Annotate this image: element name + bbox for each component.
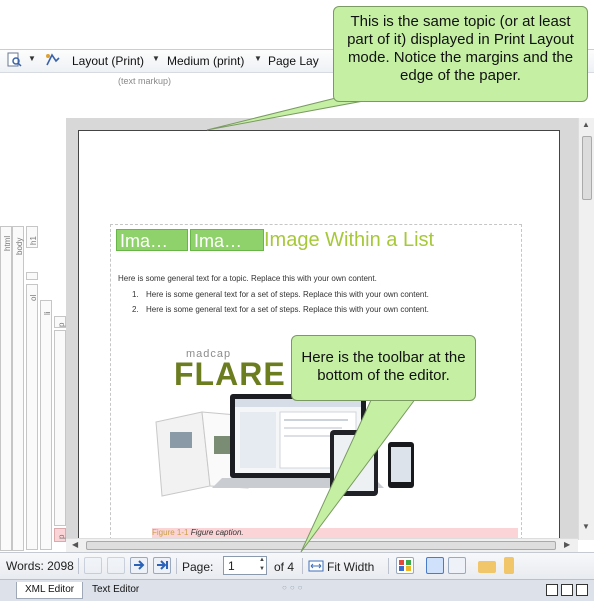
structure-bar-p-caption[interactable]: p — [54, 528, 66, 542]
scroll-right-icon[interactable]: ▶ — [564, 540, 570, 549]
variable-chip[interactable]: Ima… — [190, 229, 264, 251]
callout-top: This is the same topic (or at least part… — [333, 6, 588, 102]
side-bars-icon[interactable] — [448, 557, 466, 574]
list-item-text: Here is some general text for a set of s… — [146, 305, 429, 314]
structure-label: h1 — [29, 236, 38, 245]
structure-bar-p[interactable]: p — [54, 316, 66, 328]
first-page-icon[interactable] — [84, 557, 102, 574]
list-item[interactable]: 1. Here is some general text for a set of… — [132, 290, 429, 299]
page-total: of 4 — [274, 560, 295, 574]
callout-bottom: Here is the toolbar at the bottom of the… — [291, 335, 476, 401]
color-palette-icon[interactable] — [396, 557, 414, 574]
structure-bars-icon[interactable] — [426, 557, 444, 574]
scroll-left-icon[interactable]: ◀ — [72, 540, 78, 549]
next-page-icon[interactable] — [130, 557, 148, 574]
structure-label: body — [15, 237, 24, 255]
editor-bottom-toolbar: Words: 2098 Page: 1 ▲ ▼ of 4 Fit Width — [0, 552, 594, 579]
page-icon[interactable] — [6, 52, 22, 71]
structure-label: li — [43, 311, 52, 315]
layout-dropdown[interactable]: Layout (Print) — [72, 54, 144, 68]
separator — [388, 558, 389, 574]
stepper-up-icon[interactable]: ▲ — [259, 557, 265, 563]
structure-label: p — [57, 322, 66, 327]
intro-paragraph[interactable]: Here is some general text for a topic. R… — [118, 274, 377, 283]
tab-text-editor[interactable]: Text Editor — [84, 582, 147, 599]
page-label: Page: — [182, 560, 214, 574]
chevron-down-icon[interactable]: ▼ — [254, 54, 262, 63]
window-layout-icon[interactable] — [546, 584, 558, 596]
structure-bar-li[interactable]: li — [40, 300, 52, 550]
medium-dropdown[interactable]: Medium (print) — [167, 54, 244, 68]
structure-bar-h1[interactable]: h1 — [26, 226, 38, 248]
scroll-thumb[interactable] — [86, 541, 556, 550]
chevron-down-icon[interactable]: ▼ — [28, 54, 36, 63]
layout-icon[interactable] — [44, 52, 62, 71]
list-item-text: Here is some general text for a set of s… — [146, 290, 429, 299]
topic-heading[interactable]: Image Within a List — [264, 229, 434, 252]
text-markup-label: (text markup) — [118, 76, 172, 86]
tab-xml-editor[interactable]: XML Editor — [16, 582, 84, 599]
variable-chip[interactable]: Ima… — [116, 229, 188, 251]
previous-page-icon[interactable] — [107, 557, 125, 574]
vertical-ruler-icon[interactable] — [504, 557, 514, 574]
separator — [302, 558, 303, 574]
page-stepper[interactable]: 1 ▲ ▼ — [223, 556, 267, 575]
chevron-down-icon[interactable]: ▼ — [152, 54, 160, 63]
separator — [78, 558, 79, 574]
editor-tab-bar: XML Editor Text Editor ○○○ — [0, 579, 594, 601]
structure-bar-html[interactable]: html — [0, 226, 12, 551]
vertical-scrollbar[interactable]: ▲ ▼ — [578, 118, 594, 540]
splitter-grip[interactable]: ○○○ — [282, 583, 306, 592]
list-number: 2. — [132, 305, 139, 314]
figure-label: Figure 1-1 — [152, 528, 189, 537]
structure-label: p — [57, 534, 66, 539]
page-layout-dropdown[interactable]: Page Lay — [268, 54, 319, 68]
figure-caption-text: Figure caption. — [190, 528, 244, 537]
horizontal-scrollbar[interactable]: ◀ ▶ — [66, 538, 578, 552]
page-number-input[interactable]: 1 — [228, 559, 235, 573]
structure-label: ol — [29, 294, 38, 301]
structure-bar-p[interactable] — [54, 330, 66, 526]
separator — [176, 558, 177, 574]
structure-bar-body[interactable]: body — [12, 226, 24, 551]
window-tile-icon[interactable] — [576, 584, 588, 596]
window-split-icon[interactable] — [561, 584, 573, 596]
horizontal-ruler-icon[interactable] — [478, 561, 496, 573]
brand-large-text: FLARE — [174, 356, 286, 392]
scroll-thumb[interactable] — [582, 136, 592, 200]
last-page-icon[interactable] — [153, 557, 171, 574]
list-item[interactable]: 2. Here is some general text for a set of… — [132, 305, 429, 314]
structure-label: html — [3, 235, 12, 251]
word-count: Words: 2098 — [6, 559, 74, 573]
structure-bar-ol[interactable]: ol — [26, 284, 38, 550]
scroll-down-icon[interactable]: ▼ — [582, 522, 590, 531]
stepper-down-icon[interactable]: ▼ — [259, 566, 265, 572]
fit-width-label: Fit Width — [327, 560, 375, 574]
scroll-up-icon[interactable]: ▲ — [582, 120, 590, 129]
fit-width-icon — [308, 560, 324, 572]
structure-bar-p[interactable] — [26, 272, 38, 280]
list-number: 1. — [132, 290, 139, 299]
